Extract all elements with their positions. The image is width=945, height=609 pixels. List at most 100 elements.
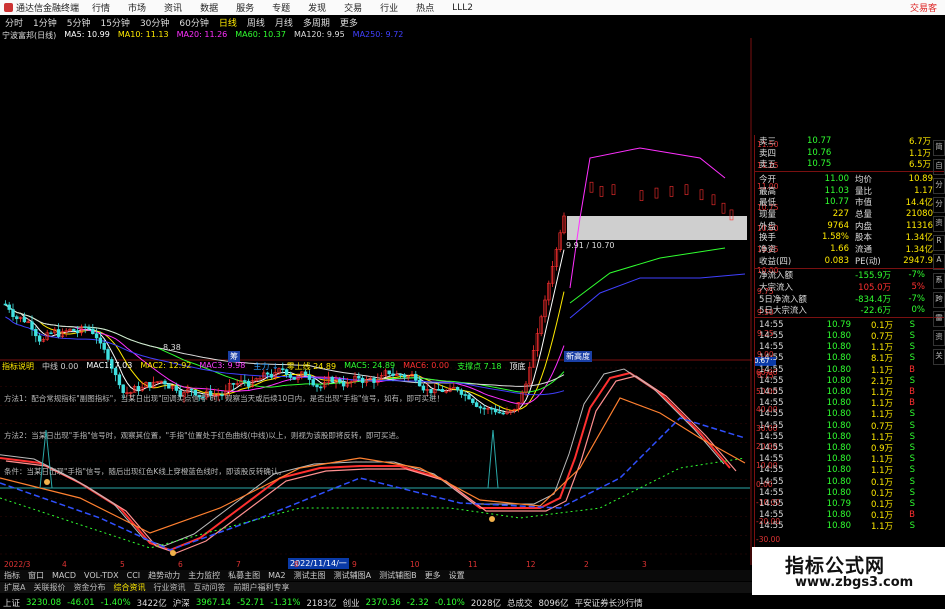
indicator-tab[interactable]: 设置 <box>445 570 469 581</box>
sub-tab[interactable]: 前期户福利专享 <box>229 582 293 593</box>
period-tab[interactable]: 更多 <box>335 16 363 29</box>
tick-price: 10.80 <box>826 420 851 431</box>
stat-label: 内盘 <box>855 221 873 232</box>
side-toolbar-button[interactable]: 关 <box>933 349 945 365</box>
side-toolbar-button[interactable]: 雷 <box>933 311 945 327</box>
candle-body <box>421 385 426 391</box>
indicator-tab[interactable]: 指标 <box>0 570 24 581</box>
time-axis-tick: 7 <box>236 560 241 569</box>
period-tab[interactable]: 5分钟 <box>62 16 96 29</box>
period-tab[interactable]: 多周期 <box>298 16 335 29</box>
menu-item[interactable]: 行情 <box>83 1 119 14</box>
indicator-tab[interactable]: CCI <box>123 571 145 580</box>
side-toolbar-button[interactable]: 分 <box>933 178 945 194</box>
menu-item[interactable]: 热点 <box>407 1 443 14</box>
ask-label: 卖四 <box>759 148 777 159</box>
flow-pct: -7% <box>908 270 925 281</box>
side-toolbar-button[interactable]: 分 <box>933 197 945 213</box>
indicator-name[interactable]: 指标说明 <box>2 361 34 372</box>
menu-item[interactable]: 资讯 <box>155 1 191 14</box>
tick-side: S <box>909 409 915 420</box>
menu-item[interactable]: 市场 <box>119 1 155 14</box>
side-toolbar-button[interactable]: A <box>933 254 945 270</box>
menu-item[interactable]: 行业 <box>371 1 407 14</box>
candle-body <box>391 373 395 376</box>
side-toolbar-button[interactable]: 简 <box>933 140 945 156</box>
indicator-tab[interactable]: MA2 <box>264 571 289 580</box>
indicator-legend-item: MAC6: 0.00 <box>403 361 450 370</box>
ask-row[interactable]: 卖四 10.76 1.1万 <box>755 147 945 159</box>
kline-chart[interactable] <box>0 38 752 565</box>
indicator-tab[interactable]: 趋势动力 <box>144 570 184 581</box>
indicator-tab[interactable]: 主力监控 <box>184 570 224 581</box>
side-toolbar-button[interactable]: 系 <box>933 273 945 289</box>
period-tab[interactable]: 分时 <box>0 16 28 29</box>
indicator-tab[interactable]: 私募主图 <box>224 570 264 581</box>
stat-label: 外盘 <box>759 221 777 232</box>
indicator-tab[interactable]: 更多 <box>421 570 445 581</box>
tick-row: 14:55 10.80 1.1万 S <box>755 431 945 443</box>
tick-row: 14:55 10.80 1.1万 S <box>755 342 945 353</box>
stat-value: 227 <box>832 208 849 219</box>
side-toolbar-button[interactable]: 跨 <box>933 292 945 308</box>
ask-row[interactable]: 卖三 10.77 6.7万 <box>755 135 945 147</box>
period-tab[interactable]: 15分钟 <box>95 16 134 29</box>
candle-body <box>94 333 99 339</box>
tick-price: 10.80 <box>826 353 851 364</box>
menu-item[interactable]: LLL2 <box>443 3 482 13</box>
period-tab[interactable]: 日线 <box>214 16 242 29</box>
indicator-tab[interactable]: MACD <box>48 571 80 580</box>
sub-tab[interactable]: 综合资讯 <box>109 582 149 593</box>
side-toolbar-button[interactable]: 自 <box>933 159 945 175</box>
tick-time: 14:55 <box>759 387 784 398</box>
trade-button[interactable]: 交易客 <box>910 1 945 14</box>
stat-label: 收益(四) <box>759 256 792 267</box>
menu-item[interactable]: 专题 <box>263 1 299 14</box>
time-axis-tick: 6 <box>178 560 183 569</box>
indicator-tab[interactable]: VOL-TDX <box>80 571 123 580</box>
ma20-line <box>5 304 565 405</box>
indicator-legend-item: MAC2: 12.92 <box>140 361 192 370</box>
indicator-note-3: 条件：当某日出现"手指"信号，随后出现红色K线上穿橙蓝色线时，即该股反转确认。 <box>4 467 286 476</box>
tick-list[interactable]: 14:55 10.79 0.1万 S 14:55 10.80 0.7万 S 14:55 10.80… <box>755 319 945 532</box>
menu-item[interactable]: 数据 <box>191 1 227 14</box>
period-tab[interactable]: 月线 <box>270 16 298 29</box>
stat-label: 最高 <box>759 186 777 197</box>
period-tab[interactable]: 1分钟 <box>28 16 62 29</box>
menu-item[interactable]: 交易 <box>335 1 371 14</box>
tick-volume: 0.7万 <box>870 421 893 432</box>
period-tab[interactable]: 60分钟 <box>174 16 213 29</box>
menu-item[interactable]: 服务 <box>227 1 263 14</box>
indicator-tab[interactable]: 测试辅图A <box>330 570 375 581</box>
flow-value: -834.4万 <box>855 294 891 305</box>
flow-row: 5日大宗流入 -22.6万 0% <box>755 305 945 316</box>
sub-tab[interactable]: 关联报价 <box>29 582 69 593</box>
flow-row: 净流入额 -155.9万 -7% <box>755 270 945 281</box>
sub-tab[interactable]: 行业资讯 <box>149 582 189 593</box>
tick-side: S <box>909 319 915 330</box>
side-toolbar-button[interactable]: 资 <box>933 216 945 232</box>
tick-time: 14:55 <box>759 465 784 476</box>
tick-volume: 0.1万 <box>870 477 893 488</box>
period-tab[interactable]: 30分钟 <box>135 16 174 29</box>
tick-price: 10.79 <box>826 498 851 509</box>
side-toolbar-button[interactable]: R <box>933 235 945 251</box>
status-item: -46.01 <box>67 597 95 608</box>
indicator-tab[interactable]: 测试辅图B <box>375 570 421 581</box>
sub-tab[interactable]: 扩展A <box>0 582 29 593</box>
menu-item[interactable]: 发现 <box>299 1 335 14</box>
ask-row[interactable]: 卖五 10.75 6.5万 <box>755 158 945 170</box>
status-item: 2028亿 <box>470 598 501 609</box>
period-tab[interactable]: 周线 <box>242 16 270 29</box>
tick-time: 14:55 <box>759 375 784 386</box>
time-axis-tick: 12 <box>526 560 536 569</box>
stat-value: 1.17 <box>914 185 933 196</box>
side-toolbar-button[interactable]: 资 <box>933 330 945 346</box>
candle-body <box>163 380 167 385</box>
indicator-tab[interactable]: 测试主图 <box>290 570 330 581</box>
sub-tab[interactable]: 互动问答 <box>189 582 229 593</box>
tick-side: S <box>909 331 915 342</box>
sub-tab[interactable]: 资金分布 <box>69 582 109 593</box>
indicator-legend-item: 零上线 24.89 <box>286 362 337 371</box>
indicator-tab[interactable]: 窗口 <box>24 570 48 581</box>
